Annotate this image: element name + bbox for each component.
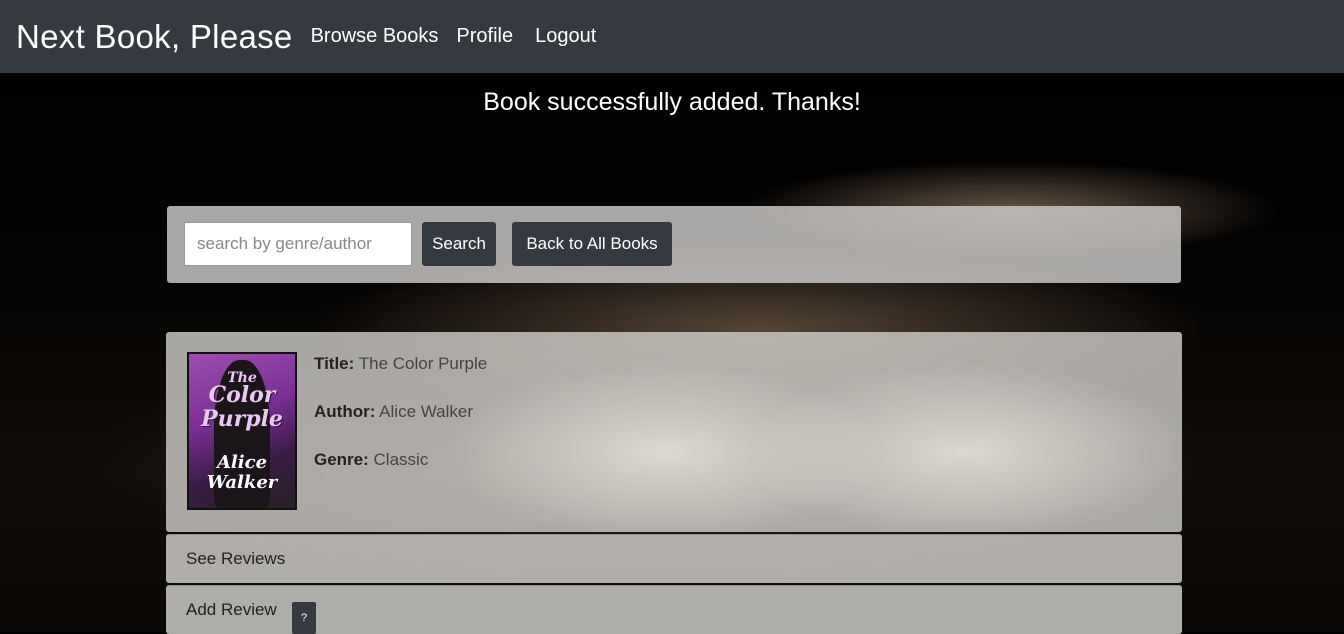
- help-icon[interactable]: ?: [292, 602, 316, 634]
- book-card: The Color Purple Alice Walker Title: The…: [166, 332, 1182, 532]
- open-book-backdrop: [366, 342, 1182, 532]
- cover-title-line: Color: [208, 382, 276, 408]
- book-title: Title: The Color Purple: [314, 354, 487, 374]
- title-value: The Color Purple: [358, 354, 488, 373]
- book-author: Author: Alice Walker: [314, 402, 473, 422]
- add-review-toggle[interactable]: Add Review ?: [166, 585, 1182, 634]
- nav-profile[interactable]: Profile: [456, 25, 513, 48]
- genre-label: Genre:: [314, 450, 369, 469]
- see-reviews-label: See Reviews: [186, 549, 286, 568]
- navbar: Next Book, Please Browse Books Profile L…: [0, 0, 1344, 73]
- genre-value: Classic: [373, 450, 429, 469]
- add-review-label: Add Review: [186, 600, 277, 619]
- see-reviews-toggle[interactable]: See Reviews: [166, 534, 1182, 583]
- cover-author-line: Alice: [216, 452, 268, 473]
- author-value: Alice Walker: [379, 402, 474, 421]
- back-to-all-books-button[interactable]: Back to All Books: [512, 222, 672, 266]
- nav-logout[interactable]: Logout: [535, 25, 596, 48]
- flash-message: Book successfully added. Thanks!: [483, 88, 861, 116]
- search-input[interactable]: [184, 222, 412, 266]
- brand-logo[interactable]: Next Book, Please: [16, 18, 293, 56]
- nav-browse-books[interactable]: Browse Books: [311, 25, 439, 48]
- cover-author-line: Walker: [206, 472, 278, 493]
- book-genre: Genre: Classic: [314, 450, 428, 470]
- search-button[interactable]: Search: [422, 222, 496, 266]
- author-label: Author:: [314, 402, 376, 421]
- search-panel: Search Back to All Books: [167, 206, 1181, 283]
- book-cover-image: The Color Purple Alice Walker: [187, 352, 297, 510]
- cover-title-line: Purple: [201, 406, 283, 432]
- title-label: Title:: [314, 354, 355, 373]
